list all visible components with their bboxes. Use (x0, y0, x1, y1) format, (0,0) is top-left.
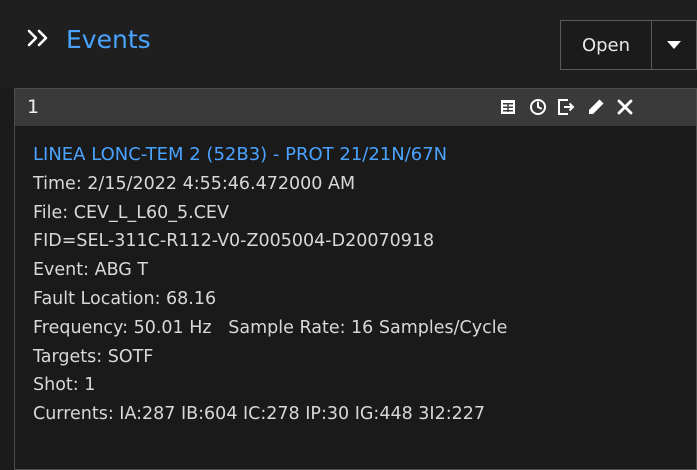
event-card: 1 LINEA LONC-TEM 2 (52B3) - PROT 21/21N/… (14, 88, 697, 470)
event-file: File: CEV_L_L60_5.CEV (33, 202, 229, 223)
table-icon[interactable] (499, 98, 517, 116)
event-heading[interactable]: LINEA LONC-TEM 2 (52B3) - PROT 21/21N/67… (33, 141, 692, 170)
event-targets: Targets: SOTF (33, 346, 154, 367)
edit-icon[interactable] (587, 98, 605, 116)
event-type: Event: ABG T (33, 260, 149, 281)
open-button[interactable]: Open (560, 20, 652, 70)
event-fid: FID=SEL-311C-R112-V0-Z005004-D20070918 (33, 231, 435, 252)
event-shot: Shot: 1 (33, 375, 96, 396)
event-time: Time: 2/15/2022 4:55:46.472000 AM (33, 173, 356, 194)
event-fault-location: Fault Location: 68.16 (33, 288, 217, 309)
event-frequency: Frequency: 50.01 Hz Sample Rate: 16 Samp… (33, 317, 508, 338)
event-details: LINEA LONC-TEM 2 (52B3) - PROT 21/21N/67… (33, 141, 692, 429)
event-number: 1 (27, 96, 40, 118)
clock-icon[interactable] (529, 98, 547, 116)
caret-down-icon (667, 41, 681, 49)
panel-title: Events (66, 25, 151, 54)
collapse-chevrons-icon[interactable] (27, 28, 49, 48)
open-dropdown-button[interactable] (652, 20, 697, 70)
event-card-header: 1 (15, 89, 696, 126)
event-currents: Currents: IA:287 IB:604 IC:278 IP:30 IG:… (33, 404, 486, 425)
events-header: Events Open (0, 0, 697, 88)
export-icon[interactable] (557, 98, 575, 116)
events-panel: Events Open 1 LINEA LONC-TEM 2 (52B3) - … (0, 0, 697, 470)
close-icon[interactable] (616, 98, 634, 116)
